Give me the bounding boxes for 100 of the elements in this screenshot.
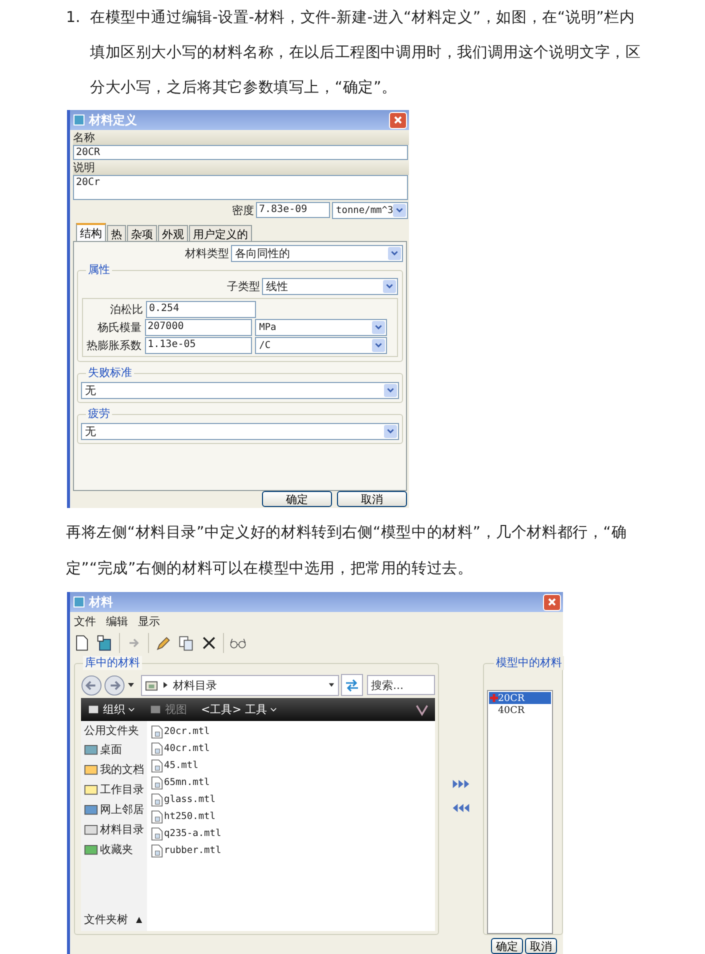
description-field[interactable]: 20Cr <box>73 175 408 200</box>
instruction-text: 再将左侧“材料目录”中定义好的材料转到右侧“模型中的材料”，几个材料都行，“确定”“完成”右侧的材料可以在模型中选用，把常用的转过去。 <box>66 522 628 579</box>
field-label: 泊松比 <box>109 302 143 317</box>
sidebar-item[interactable]: 收藏夹 <box>84 839 147 859</box>
path-text: 材料目录 <box>173 678 218 692</box>
value-field[interactable]: 0.254 <box>146 301 256 318</box>
folder-icon <box>84 822 98 836</box>
file-item[interactable]: 65mn.mtl <box>151 774 435 791</box>
tab[interactable]: 用户定义的 <box>189 225 252 241</box>
new-file-icon[interactable] <box>73 634 91 652</box>
chevron-icon <box>372 339 385 352</box>
address-bar[interactable]: 材料目录 <box>141 674 339 696</box>
file-item[interactable]: ht250.mtl <box>151 808 435 825</box>
list-item[interactable]: 40CR <box>489 704 551 716</box>
file-icon <box>151 844 163 858</box>
chevron-icon <box>270 706 277 714</box>
caret-icon[interactable] <box>127 681 135 689</box>
file-icon <box>151 724 163 738</box>
field-label: 名称 <box>73 131 95 144</box>
back-icon[interactable] <box>81 674 102 696</box>
criteria-dropdown[interactable]: 无 <box>81 423 399 440</box>
file-icon <box>151 810 163 824</box>
menu-item[interactable]: 显示 <box>138 614 160 628</box>
sidebar-item[interactable]: 我的文档 <box>84 759 147 779</box>
file-icon <box>151 776 163 790</box>
folder-icon <box>145 678 158 692</box>
file-item[interactable]: rubber.mtl <box>151 842 435 859</box>
add-arrows-icon[interactable] <box>452 779 470 789</box>
field-label: 密度 <box>232 202 254 218</box>
chevron-icon <box>393 204 406 216</box>
unit-dropdown[interactable]: /C <box>255 337 387 354</box>
group-legend: 属性 <box>86 263 112 277</box>
chevron-icon <box>388 246 401 260</box>
list-number: 1. <box>66 7 82 28</box>
name-field[interactable]: 20CR <box>73 145 408 160</box>
file-item[interactable]: q235-a.mtl <box>151 825 435 842</box>
field-label: 杨氏模量 <box>96 320 142 335</box>
window-title: 材料定义 <box>89 112 138 128</box>
folder-icon <box>84 842 98 856</box>
sidebar-item[interactable]: 桌面 <box>84 739 147 759</box>
subtype-dropdown[interactable]: 线性 <box>262 278 398 294</box>
menu-item[interactable]: 文件 <box>74 614 96 628</box>
copy-icon[interactable] <box>177 634 195 652</box>
criteria-dropdown[interactable]: 无 <box>81 382 399 399</box>
sidebar-item[interactable]: 工作目录 <box>84 779 147 799</box>
window-icon <box>73 596 85 608</box>
tab[interactable]: 外观 <box>158 225 188 241</box>
caret-icon[interactable] <box>328 681 335 689</box>
tab[interactable]: 结构 <box>76 223 106 241</box>
caret-icon <box>162 681 169 689</box>
file-icon <box>151 826 163 840</box>
unit-dropdown[interactable]: tonne/mm^3 <box>332 202 408 218</box>
group-legend: 模型中的材料 <box>494 656 564 670</box>
close-icon <box>393 115 403 125</box>
folder-icon <box>84 802 98 816</box>
file-item[interactable]: 45.mtl <box>151 757 435 774</box>
window-title: 材料 <box>89 594 114 610</box>
sidebar-item[interactable]: 网上邻居 <box>84 799 147 819</box>
field-label: 子类型 <box>227 278 260 294</box>
unit-dropdown[interactable]: MPa <box>255 319 387 336</box>
folder-icon <box>84 742 98 756</box>
tab[interactable]: 热 <box>107 225 126 241</box>
toolbar-icon <box>87 703 100 716</box>
toggle-arrow[interactable]: ▲ <box>136 914 142 924</box>
chevron-icon <box>384 425 397 438</box>
chevron-icon <box>383 280 396 292</box>
material-type-dropdown[interactable]: 各向同性的 <box>231 244 403 262</box>
field-label: 说明 <box>73 161 95 174</box>
folder-tree-label[interactable]: 文件夹树 <box>84 912 128 926</box>
cancel-button[interactable]: 取消 <box>337 491 407 507</box>
menu-item[interactable]: 编辑 <box>106 614 128 628</box>
toolbar-icon <box>149 703 162 716</box>
field-label: 热膨胀系数 <box>86 338 142 353</box>
file-item[interactable]: glass.mtl <box>151 791 435 808</box>
value-field[interactable]: 207000 <box>144 319 252 336</box>
tab[interactable]: 杂项 <box>127 225 157 241</box>
command-button[interactable]: <工具> 工具 <box>201 702 277 717</box>
refresh-icon[interactable] <box>341 674 363 696</box>
chevron-icon <box>384 384 397 397</box>
file-icon <box>151 758 163 772</box>
ok-button[interactable]: 确定 <box>262 491 332 507</box>
file-item[interactable]: 20cr.mtl <box>151 723 435 740</box>
value-field[interactable]: 1.13e-05 <box>144 337 252 354</box>
sidebar-item[interactable]: 材料目录 <box>84 819 147 839</box>
ok-button[interactable]: 确定 <box>491 938 523 954</box>
search-field[interactable]: 搜索... <box>367 675 435 695</box>
group-legend: 疲劳 <box>86 407 112 421</box>
instruction-text: 在模型中通过编辑-设置-材料，文件-新建-进入“材料定义”，如图，在“说明”栏内填加区别大小写的材料名称，在以后工程图中调用时，我们调用这个说明文字，区分大小写，之后将其它参数填写上，“确定”。 <box>90 7 642 98</box>
close-button[interactable] <box>389 112 407 128</box>
cancel-button[interactable]: 取消 <box>525 938 557 954</box>
folder-icon <box>84 782 98 796</box>
list-item[interactable]: 20CR <box>489 692 551 704</box>
remove-arrows-icon[interactable] <box>452 803 470 813</box>
density-field[interactable]: 7.83e-09 <box>256 202 330 218</box>
command-button[interactable]: 组织 <box>87 702 135 717</box>
close-button[interactable] <box>543 594 561 610</box>
field-label: 材料类型 <box>185 246 229 260</box>
folder-icon <box>84 762 98 776</box>
file-item[interactable]: 40cr.mtl <box>151 740 435 757</box>
window-icon <box>73 114 85 126</box>
